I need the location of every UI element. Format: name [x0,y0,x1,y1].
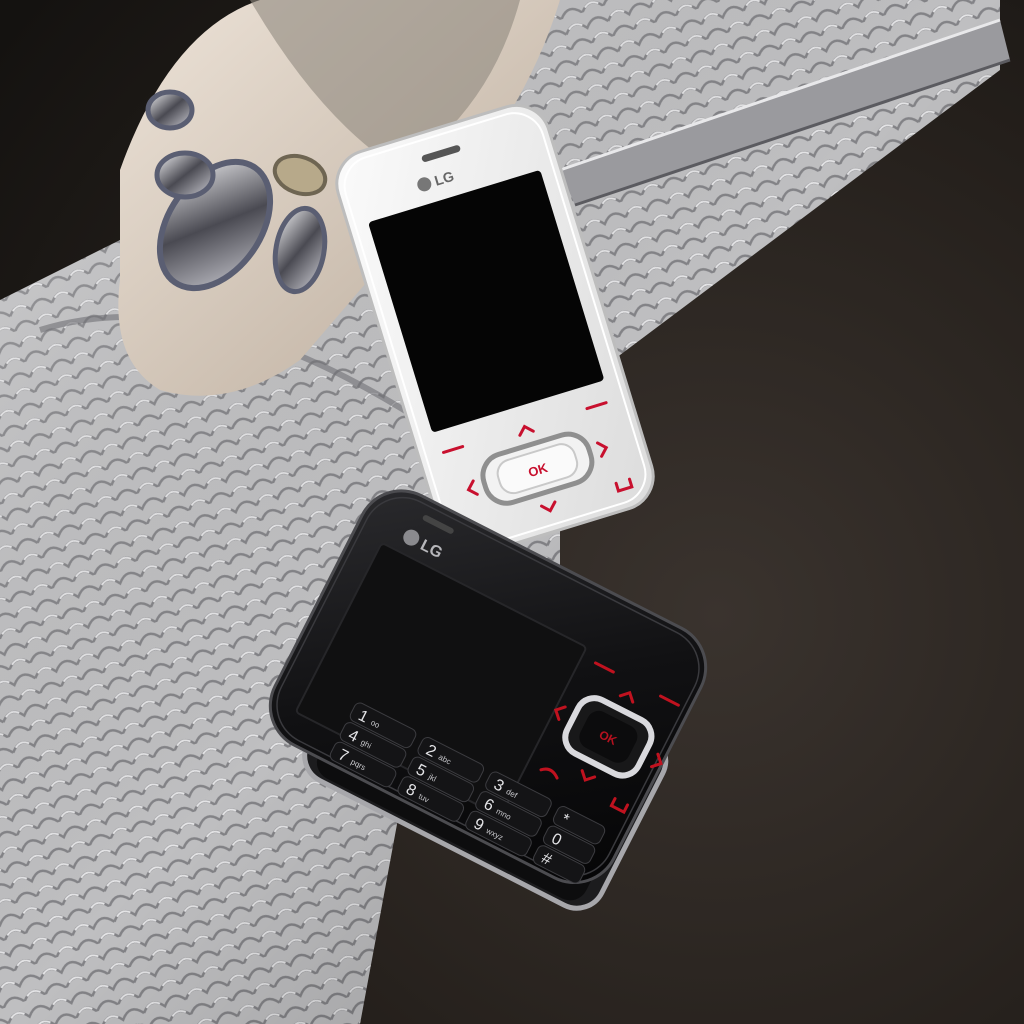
scene-illustration: LG OK LG OK 1 oo 2 abc 3 def 4 ghi 5 jkl… [0,0,1024,1024]
product-photo-scene: LG OK LG OK 1 oo 2 abc 3 def 4 ghi 5 jkl… [0,0,1024,1024]
